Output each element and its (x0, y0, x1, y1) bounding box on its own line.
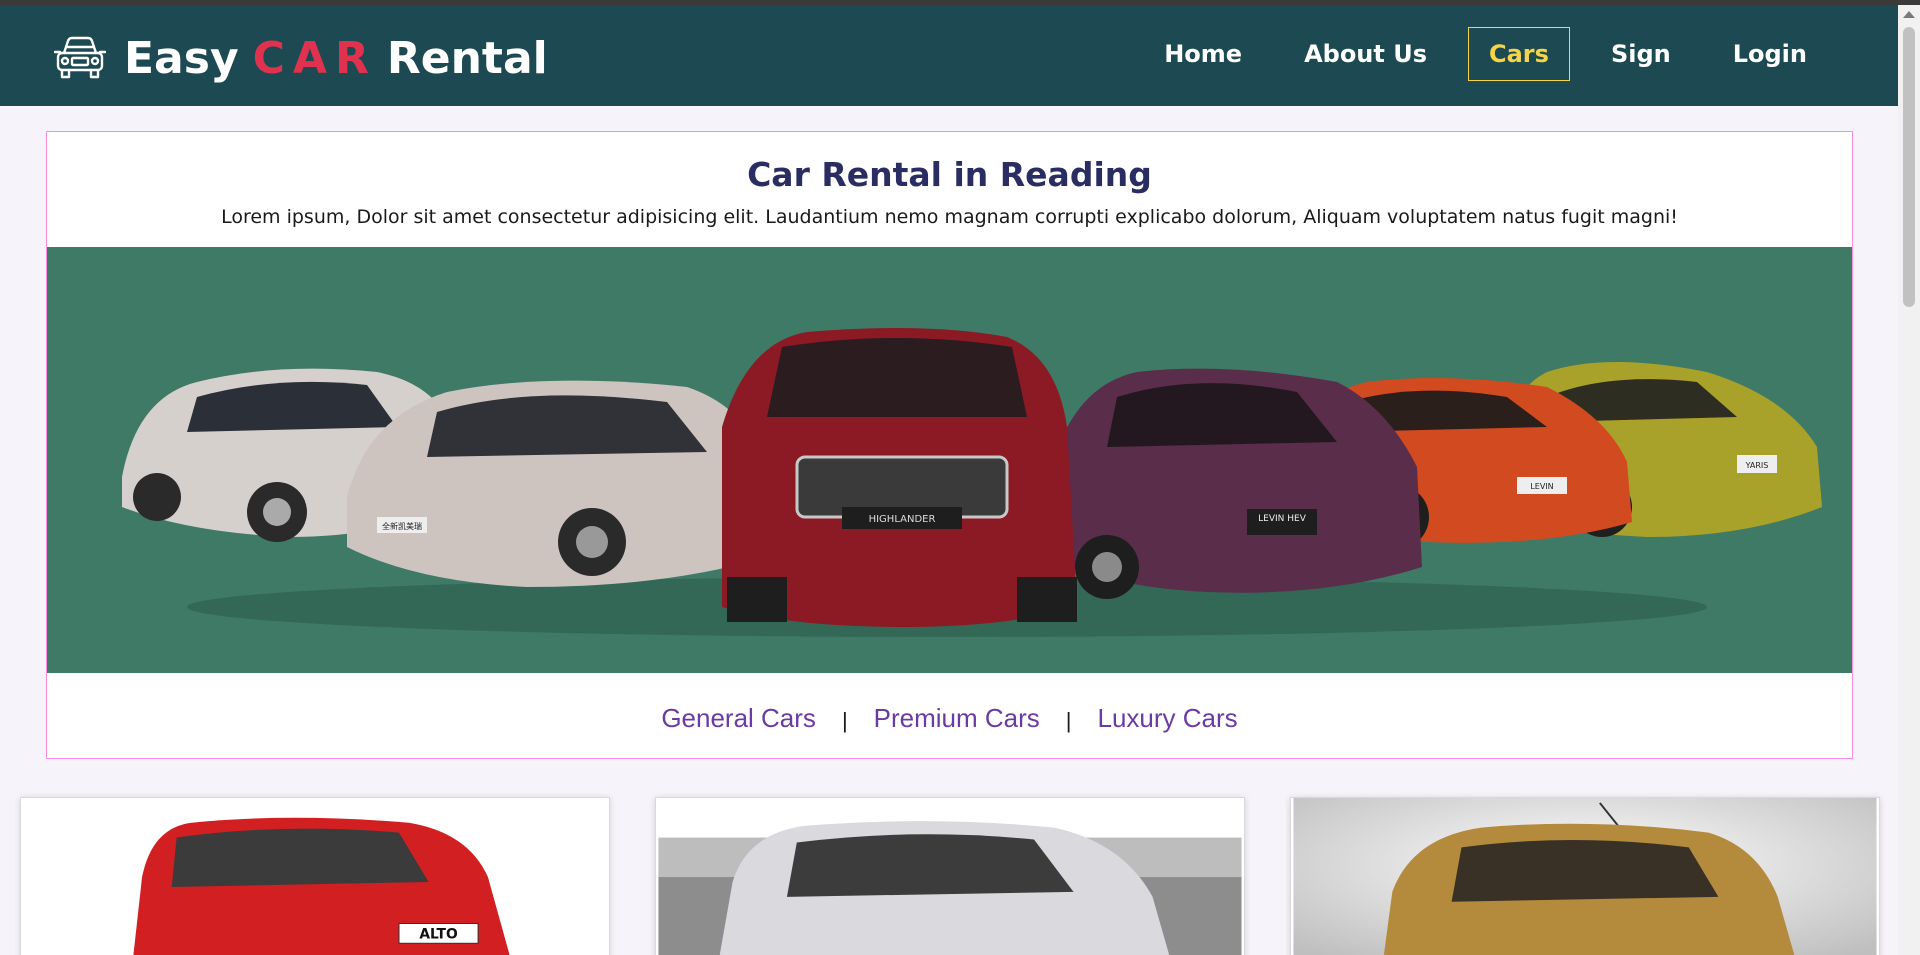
banner-car-purple: LEVIN HEV (1047, 368, 1422, 599)
nav-about-us[interactable]: About Us (1283, 27, 1448, 81)
nav-cars[interactable]: Cars (1468, 27, 1570, 81)
hero-section: Car Rental in Reading Lorem ipsum, Dolor… (46, 131, 1853, 759)
car-image-silver (658, 798, 1242, 955)
category-separator: | (841, 707, 848, 733)
brand-suffix: Rental (386, 32, 548, 84)
svg-text:LEVIN: LEVIN (1530, 482, 1553, 491)
hero-description: Lorem ipsum, Dolor sit amet consectetur … (221, 206, 1678, 228)
nav-sign[interactable]: Sign (1590, 27, 1692, 81)
category-links: General Cars | Premium Cars | Luxury Car… (47, 703, 1852, 734)
car-card-silver[interactable] (655, 797, 1245, 955)
svg-text:LEVIN HEV: LEVIN HEV (1258, 514, 1307, 524)
car-card-gold[interactable] (1290, 797, 1880, 955)
car-image-red-alto: ALTO (23, 798, 607, 955)
banner-car-white-sedan: 全新凯美瑞 (347, 380, 767, 587)
svg-text:HIGHLANDER: HIGHLANDER (869, 514, 936, 525)
banner-car-red-suv: HIGHLANDER (722, 328, 1077, 627)
car-image-gold (1293, 798, 1877, 955)
svg-text:全新凯美瑞: 全新凯美瑞 (382, 521, 422, 531)
car-front-icon (54, 36, 106, 79)
scrollbar-thumb[interactable] (1903, 27, 1915, 307)
brand-prefix: Easy (124, 32, 239, 84)
nav-login[interactable]: Login (1712, 27, 1828, 81)
link-general-cars[interactable]: General Cars (661, 703, 816, 734)
brand-logo[interactable]: Easy CAR Rental (54, 33, 548, 84)
nav-home[interactable]: Home (1143, 27, 1263, 81)
category-separator: | (1065, 707, 1072, 733)
brand-accent: CAR (252, 32, 377, 84)
page-scrollbar[interactable] (1898, 5, 1920, 955)
car-card-red[interactable]: ALTO (20, 797, 610, 955)
main-nav: Home About Us Cars Sign Login (1143, 27, 1828, 81)
brand-name: Easy CAR Rental (124, 33, 548, 84)
scroll-up-arrow-icon[interactable] (1903, 11, 1915, 18)
svg-text:ALTO: ALTO (419, 926, 458, 942)
svg-text:YARIS: YARIS (1745, 461, 1769, 470)
hero-banner-image: YARIS LEVIN LEVIN HEV 全新凯美瑞 HIGHLANDER (47, 247, 1852, 673)
link-premium-cars[interactable]: Premium Cars (874, 703, 1040, 734)
navbar: Easy CAR Rental Home About Us Cars Sign Lo… (0, 5, 1898, 106)
hero-title: Car Rental in Reading (747, 155, 1152, 194)
link-luxury-cars[interactable]: Luxury Cars (1098, 703, 1238, 734)
